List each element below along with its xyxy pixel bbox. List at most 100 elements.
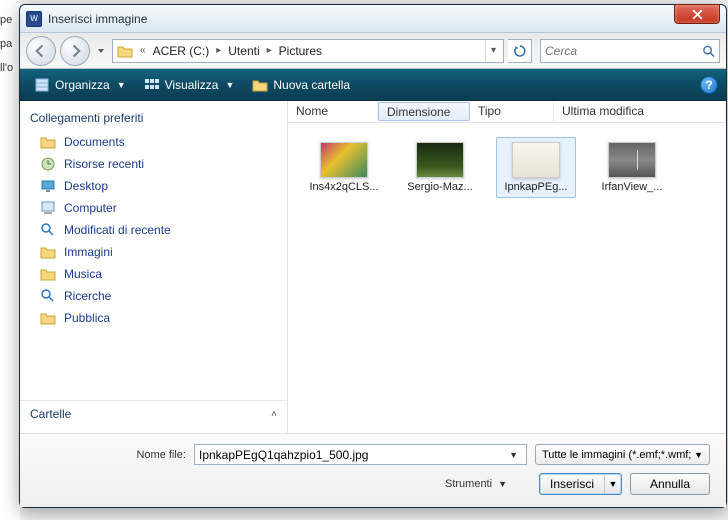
close-button[interactable] [674, 4, 720, 24]
breadcrumb-sep[interactable]: ▸ [213, 45, 224, 56]
filetype-combo[interactable]: Tutte le immagini (*.emf;*.wmf; ▼ [535, 444, 710, 465]
file-name: IrfanView_... [593, 181, 671, 193]
chevron-down-icon: ▼ [498, 479, 507, 489]
sidebar-item-music[interactable]: Musica [20, 263, 287, 285]
breadcrumb-segment[interactable]: ACER (C:) [149, 40, 214, 62]
file-name: Sergio-Maz... [401, 181, 479, 193]
sidebar-item-public[interactable]: Pubblica [20, 307, 287, 329]
file-items[interactable]: Ins4x2qCLS... Sergio-Maz... IpnkapPEg...… [288, 123, 726, 433]
app-icon: W [26, 11, 42, 27]
bg-text: ll'o [0, 62, 13, 74]
help-button[interactable]: ? [700, 76, 718, 94]
file-name: IpnkapPEg... [497, 181, 575, 193]
nav-row: « ACER (C:) ▸ Utenti ▸ Pictures ▾ [20, 33, 726, 69]
sidebar-item-searches[interactable]: Ricerche [20, 285, 287, 307]
search-icon [702, 44, 715, 58]
filename-combo[interactable]: ▼ [194, 444, 527, 465]
tools-label: Strumenti [445, 478, 492, 490]
folders-label: Cartelle [30, 407, 71, 421]
back-button[interactable] [26, 36, 56, 66]
chevron-up-icon: ˄ [271, 409, 277, 420]
sidebar-item-desktop[interactable]: Desktop [20, 175, 287, 197]
thumbnail [512, 142, 560, 178]
sidebar-item-label: Documents [64, 135, 125, 149]
column-header-size[interactable]: Dimensione [378, 102, 470, 121]
thumbnail [608, 142, 656, 178]
search-input[interactable] [545, 44, 702, 58]
chevron-down-icon: ▼ [225, 80, 234, 90]
refresh-button[interactable] [508, 39, 532, 63]
breadcrumb-segment[interactable]: Pictures [275, 40, 326, 62]
sidebar-item-label: Immagini [64, 245, 113, 259]
sidebar-item-label: Musica [64, 267, 102, 281]
sidebar: Collegamenti preferiti Documents Risorse… [20, 101, 288, 433]
sidebar-item-recent[interactable]: Risorse recenti [20, 153, 287, 175]
file-item[interactable]: IrfanView_... [592, 137, 672, 198]
breadcrumb-segment[interactable]: Utenti [224, 40, 263, 62]
folder-icon [115, 42, 135, 60]
sidebar-item-label: Computer [64, 201, 117, 215]
views-icon [144, 77, 160, 93]
search-box[interactable] [540, 39, 720, 63]
thumbnail [320, 142, 368, 178]
cancel-label: Annulla [650, 477, 690, 491]
folder-icon [40, 310, 56, 326]
search-folder-icon [40, 222, 56, 238]
forward-button[interactable] [60, 36, 90, 66]
sidebar-item-modified-recently[interactable]: Modificati di recente [20, 219, 287, 241]
chevron-down-icon: ▼ [117, 80, 126, 90]
folder-icon [40, 134, 56, 150]
sidebar-item-label: Risorse recenti [64, 157, 144, 171]
breadcrumb-dropdown[interactable]: ▾ [485, 40, 501, 62]
insert-image-dialog: W Inserisci immagine « ACER (C:) ▸ Utent… [19, 4, 727, 508]
filename-label: Nome file: [36, 449, 186, 461]
new-folder-label: Nuova cartella [273, 78, 350, 92]
column-header-modified[interactable]: Ultima modifica [554, 101, 726, 122]
new-folder-button[interactable]: Nuova cartella [246, 74, 356, 96]
sidebar-item-images[interactable]: Immagini [20, 241, 287, 263]
bg-text: pa [0, 38, 12, 50]
column-header-type[interactable]: Tipo [470, 101, 554, 122]
breadcrumb[interactable]: « ACER (C:) ▸ Utenti ▸ Pictures ▾ [112, 39, 504, 63]
dialog-title: Inserisci immagine [48, 12, 147, 26]
sidebar-item-documents[interactable]: Documents [20, 131, 287, 153]
titlebar[interactable]: W Inserisci immagine [20, 5, 726, 33]
insert-button[interactable]: Inserisci ▼ [539, 473, 622, 495]
filename-input[interactable] [199, 448, 505, 462]
nav-history-dropdown[interactable] [94, 47, 108, 55]
organize-icon [34, 77, 50, 93]
bg-text: pe [0, 14, 12, 26]
folder-icon [252, 77, 268, 93]
toolbar: Organizza ▼ Visualizza ▼ Nuova cartella … [20, 69, 726, 101]
file-item[interactable]: Ins4x2qCLS... [304, 137, 384, 198]
breadcrumb-sep[interactable]: ▸ [264, 45, 275, 56]
insert-dropdown[interactable]: ▼ [605, 479, 621, 489]
folders-toggle[interactable]: Cartelle ˄ [20, 400, 287, 427]
chevron-down-icon[interactable]: ▼ [505, 450, 522, 460]
tools-menu[interactable]: Strumenti ▼ [445, 478, 507, 490]
forward-arrow-icon [68, 44, 82, 58]
file-item[interactable]: Sergio-Maz... [400, 137, 480, 198]
sidebar-item-computer[interactable]: Computer [20, 197, 287, 219]
insert-label: Inserisci [550, 477, 594, 491]
organize-menu[interactable]: Organizza ▼ [28, 74, 132, 96]
views-menu[interactable]: Visualizza ▼ [138, 74, 241, 96]
recent-icon [40, 156, 56, 172]
file-name: Ins4x2qCLS... [305, 181, 383, 193]
organize-label: Organizza [55, 78, 110, 92]
sidebar-item-label: Modificati di recente [64, 223, 171, 237]
views-label: Visualizza [165, 78, 219, 92]
desktop-icon [40, 178, 56, 194]
refresh-icon [513, 44, 527, 58]
column-header-name[interactable]: Nome [288, 101, 378, 122]
column-headers: Nome Dimensione Tipo Ultima modifica [288, 101, 726, 123]
cancel-button[interactable]: Annulla [630, 473, 710, 495]
file-item[interactable]: IpnkapPEg... [496, 137, 576, 198]
filetype-label: Tutte le immagini (*.emf;*.wmf; [542, 449, 691, 461]
sidebar-item-label: Ricerche [64, 289, 111, 303]
bottom-bar: Nome file: ▼ Tutte le immagini (*.emf;*.… [20, 433, 726, 507]
thumbnail [416, 142, 464, 178]
chevron-down-icon: ▼ [694, 450, 703, 460]
sidebar-item-label: Pubblica [64, 311, 110, 325]
back-arrow-icon [34, 44, 48, 58]
